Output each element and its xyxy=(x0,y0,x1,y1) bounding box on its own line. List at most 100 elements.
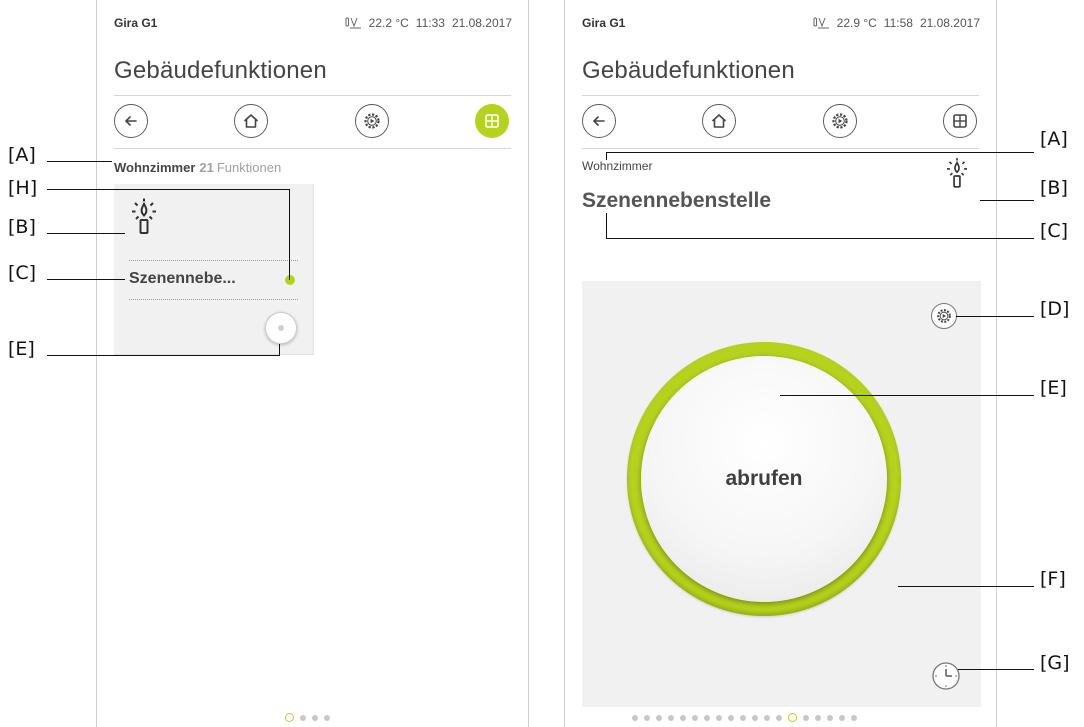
grid-view-button[interactable] xyxy=(943,104,977,138)
callout-line xyxy=(47,189,289,190)
page-dot xyxy=(644,714,650,721)
callout-line xyxy=(606,152,1034,153)
callout-line xyxy=(289,189,290,280)
page-dot xyxy=(716,714,722,721)
recall-scene-button[interactable]: abrufen xyxy=(641,356,887,602)
home-icon xyxy=(711,114,727,128)
divider xyxy=(582,148,979,149)
callout-label: [C] xyxy=(1040,220,1069,242)
page-dot xyxy=(300,714,306,721)
callout-label: [B] xyxy=(1040,177,1068,199)
home-icon xyxy=(243,114,259,128)
page-indicator xyxy=(285,713,330,722)
page-dot xyxy=(740,714,746,721)
device-name: Gira G1 xyxy=(582,16,626,30)
page-dot-current xyxy=(788,713,797,722)
page-dot-current xyxy=(285,713,294,722)
callout-line xyxy=(606,152,607,160)
callout-label: [C] xyxy=(8,262,37,284)
callout-line xyxy=(47,279,125,280)
callout-label: [F] xyxy=(1040,568,1066,590)
page-dot xyxy=(656,714,662,721)
page-title: Gebäudefunktionen xyxy=(582,57,795,84)
divider xyxy=(114,148,511,149)
callout-line xyxy=(780,395,1034,396)
candle-light-icon xyxy=(132,198,156,234)
page-dot xyxy=(632,714,638,721)
page-dot xyxy=(692,714,698,721)
status-ring: abrufen xyxy=(627,342,901,616)
page-dot xyxy=(803,714,809,721)
callout-label: [G] xyxy=(1040,652,1070,674)
callout-label: [H] xyxy=(8,177,38,199)
tile-label: Szenennebe... xyxy=(129,270,236,287)
divider xyxy=(129,260,298,261)
thermometer-icon xyxy=(813,17,829,29)
time: 11:33 xyxy=(415,16,445,30)
page-dot xyxy=(324,714,330,721)
callout-line xyxy=(980,200,1034,201)
function-count: 21 xyxy=(199,160,214,175)
callout-line xyxy=(958,669,1034,670)
room-name: Wohnzimmer xyxy=(114,160,196,175)
divider xyxy=(129,299,298,300)
function-title: Szenennebenstelle xyxy=(582,189,772,212)
room-name: Wohnzimmer xyxy=(582,159,653,173)
page-dot xyxy=(752,714,758,721)
function-panel: abrufen xyxy=(582,281,981,707)
page-dot xyxy=(776,714,782,721)
temperature: 22.9 °C xyxy=(836,16,877,30)
page-dot xyxy=(704,714,710,721)
back-arrow-icon xyxy=(592,116,605,126)
page-title: Gebäudefunktionen xyxy=(114,57,327,84)
divider xyxy=(114,95,511,96)
time: 11:58 xyxy=(883,16,913,30)
back-button[interactable] xyxy=(582,104,616,138)
callout-line xyxy=(279,344,280,356)
callout-line xyxy=(47,355,279,356)
page-dot xyxy=(764,714,770,721)
recall-button-label: abrufen xyxy=(725,467,803,490)
status-bar: Gira G1 22.9 °C 11:58 21.08.2017 xyxy=(565,16,996,32)
back-button[interactable] xyxy=(114,104,148,138)
temperature: 22.2 °C xyxy=(368,16,409,30)
callout-label: [A] xyxy=(1040,128,1068,150)
back-arrow-icon xyxy=(124,116,137,126)
callout-label: [D] xyxy=(1040,298,1070,320)
callout-label: [A] xyxy=(8,144,36,166)
device-screen-function: Gira G1 22.9 °C 11:58 21.08.2017 Gebäude… xyxy=(564,0,997,727)
page-dot xyxy=(680,714,686,721)
divider xyxy=(582,95,979,96)
page-dot xyxy=(827,714,833,721)
callout-line xyxy=(47,233,125,234)
tile-push-button[interactable] xyxy=(265,312,297,344)
gear-play-icon xyxy=(364,113,380,129)
callout-label: [E] xyxy=(1040,377,1067,399)
callout-line xyxy=(606,238,1034,239)
home-button[interactable] xyxy=(234,104,268,138)
grid-view-button[interactable] xyxy=(475,104,509,138)
page-indicator xyxy=(632,713,857,722)
clock-icon[interactable] xyxy=(931,661,961,691)
date: 21.08.2017 xyxy=(919,16,980,30)
settings-button[interactable] xyxy=(355,104,389,138)
callout-line xyxy=(606,213,607,238)
home-button[interactable] xyxy=(702,104,736,138)
status-led xyxy=(285,275,295,285)
page-dot xyxy=(668,714,674,721)
page-dot xyxy=(851,714,857,721)
page-dot xyxy=(815,714,821,721)
settings-button[interactable] xyxy=(823,104,857,138)
status-bar: Gira G1 22.2 °C 11:33 21.08.2017 xyxy=(97,16,528,32)
page-dot xyxy=(728,714,734,721)
candle-light-icon xyxy=(947,158,967,188)
date: 21.08.2017 xyxy=(451,16,512,30)
callout-label: [E] xyxy=(8,338,35,360)
function-tile[interactable]: Szenennebe... xyxy=(114,184,314,355)
page-dot xyxy=(839,714,845,721)
function-settings-button[interactable] xyxy=(931,303,957,329)
grid-icon xyxy=(953,114,967,128)
thermometer-icon xyxy=(345,17,361,29)
function-count-label: Funktionen xyxy=(216,160,282,175)
gear-play-icon xyxy=(937,309,951,323)
